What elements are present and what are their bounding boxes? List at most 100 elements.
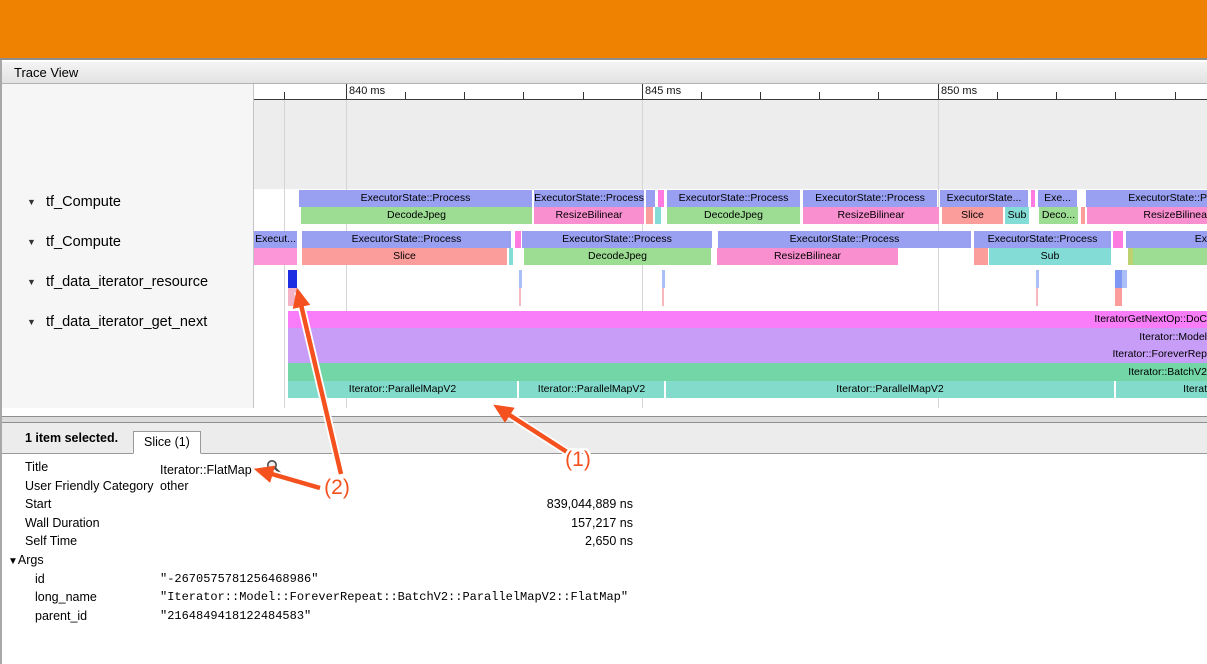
ruler-tick-minor — [819, 92, 820, 99]
ruler-tick-label: 840 ms — [349, 85, 385, 97]
track-label-tf_data_iterator_resource[interactable]: ▼tf_data_iterator_resource — [0, 273, 253, 291]
collapse-arrow-icon[interactable]: ▼ — [27, 233, 36, 251]
trace-slice[interactable]: ResizeBilinear — [717, 248, 898, 265]
collapse-arrow-icon[interactable]: ▼ — [27, 313, 36, 331]
trace-slice[interactable] — [1031, 190, 1035, 207]
magnifier-icon[interactable] — [266, 459, 282, 475]
ruler-tick-minor — [405, 92, 406, 99]
trace-slice[interactable]: ExecutorState::P — [1086, 190, 1207, 207]
trace-slice[interactable]: ExecutorState::Process — [667, 190, 800, 207]
tab-slice[interactable]: Slice (1) — [133, 431, 201, 454]
trace-slice[interactable] — [646, 190, 655, 207]
trace-slice[interactable]: ResizeBilinea — [1087, 207, 1207, 224]
window-left-border — [0, 60, 2, 664]
trace-slice[interactable]: ExecutorState::Process — [302, 231, 511, 248]
arg-value: "Iterator::Model::ForeverRepeat::BatchV2… — [160, 588, 628, 607]
trace-slice[interactable]: Iterat — [1116, 381, 1207, 398]
arg-value: "-2670575781256468986" — [160, 570, 318, 589]
trace-slice[interactable] — [519, 288, 521, 306]
trace-slice[interactable] — [655, 207, 661, 224]
ruler-tick-label: 850 ms — [941, 85, 977, 97]
trace-slice[interactable] — [288, 270, 297, 288]
trace-slice[interactable]: Slice — [302, 248, 507, 265]
trace-slice[interactable]: Iterator::ForeverRep — [288, 346, 1207, 363]
trace-slice[interactable] — [1081, 207, 1085, 224]
trace-slice[interactable] — [1115, 288, 1122, 306]
track-label-tf_Compute[interactable]: ▼ tf_Compute — [0, 193, 253, 211]
track-label-tf_Compute[interactable]: ▼tf_Compute — [0, 233, 253, 251]
trace-slice[interactable]: ExecutorState::Process — [299, 190, 532, 207]
trace-slice[interactable]: ExecutorState::Process — [718, 231, 971, 248]
trace-slice[interactable]: Ex — [1126, 231, 1207, 248]
timeline-canvas[interactable]: 840 ms 845 ms 850 ms ExecutorState::Proces… — [253, 84, 1207, 408]
pane-splitter[interactable] — [0, 408, 1207, 423]
trace-slice[interactable] — [1036, 270, 1039, 288]
ruler-tick-minor — [760, 92, 761, 99]
top-banner — [0, 0, 1207, 60]
detail-row: Start839,044,889 ns — [0, 495, 1207, 514]
trace-slice[interactable]: Sub — [989, 248, 1111, 265]
trace-slice[interactable]: Iterator::ParallelMapV2 — [288, 381, 517, 398]
ruler-tick-minor — [1056, 92, 1057, 99]
timeline-pane: ▼tf_Compute▼tf_Compute▼tf_data_iterator_… — [0, 84, 1207, 408]
trace-view-title-bar: Trace View — [0, 62, 1207, 84]
detail-row: Self Time2,650 ns — [0, 532, 1207, 551]
time-ruler[interactable]: 840 ms 845 ms 850 ms — [254, 84, 1207, 100]
trace-slice[interactable]: DecodeJpeg — [301, 207, 532, 224]
arg-key: long_name — [35, 588, 97, 607]
arg-key: id — [35, 570, 45, 589]
args-collapse-icon[interactable]: ▼ — [8, 556, 18, 567]
splitter-bar[interactable] — [0, 416, 1207, 423]
collapse-arrow-icon[interactable]: ▼ — [27, 273, 36, 291]
field-label: Self Time — [25, 532, 77, 551]
trace-slice[interactable]: ExecutorState::Process — [534, 190, 644, 207]
trace-slice[interactable]: ResizeBilinear — [534, 207, 644, 224]
trace-slice[interactable]: Iterator::ParallelMapV2 — [666, 381, 1114, 398]
track-name-sidebar: ▼tf_Compute▼tf_Compute▼tf_data_iterator_… — [0, 84, 253, 408]
args-header[interactable]: ▼Args — [8, 551, 44, 572]
track-name: tf_Compute — [46, 193, 121, 211]
trace-slice[interactable] — [1122, 270, 1127, 288]
trace-slice[interactable]: ExecutorState::Process — [522, 231, 712, 248]
trace-slice[interactable] — [974, 248, 988, 265]
trace-slice[interactable] — [1115, 270, 1122, 288]
arg-row: parent_id"2164849418122484583" — [0, 607, 1207, 626]
args-label: Args — [18, 553, 44, 567]
trace-viewer-app: Trace View ▼tf_Compute▼tf_Compute▼tf_dat… — [0, 0, 1207, 664]
trace-slice[interactable]: IteratorGetNextOp::DoC — [288, 311, 1207, 328]
slice-details-panel: TitleIterator::FlatMapUser Friendly Cate… — [0, 454, 1207, 664]
trace-slice[interactable]: DecodeJpeg — [667, 207, 800, 224]
trace-slice[interactable]: ResizeBilinear — [803, 207, 939, 224]
trace-slice[interactable]: Exe... — [1038, 190, 1077, 207]
trace-slice[interactable] — [662, 270, 665, 288]
trace-slice[interactable] — [1133, 248, 1207, 265]
field-value: 157,217 ns — [160, 514, 633, 533]
collapse-arrow-icon[interactable]: ▼ — [27, 193, 36, 211]
trace-slice[interactable]: ExecutorState... — [940, 190, 1028, 207]
track-name: tf_data_iterator_get_next — [46, 313, 207, 331]
trace-slice[interactable] — [1036, 288, 1038, 306]
trace-slice[interactable]: Iterator::BatchV2 — [288, 363, 1207, 381]
trace-slice[interactable]: Sub — [1005, 207, 1029, 224]
trace-slice[interactable] — [288, 288, 297, 306]
trace-slice[interactable]: Slice — [942, 207, 1003, 224]
trace-slice[interactable] — [254, 248, 297, 265]
trace-slice[interactable] — [658, 190, 664, 207]
trace-slice[interactable]: Iterator::Model — [288, 328, 1207, 346]
field-label: Title — [25, 458, 48, 477]
field-label: Wall Duration — [25, 514, 100, 533]
trace-slice[interactable] — [646, 207, 653, 224]
trace-slice[interactable]: Deco... — [1039, 207, 1078, 224]
trace-slice[interactable] — [662, 288, 664, 306]
trace-slice[interactable]: ExecutorState::Process — [803, 190, 937, 207]
trace-slice[interactable] — [515, 231, 521, 248]
trace-slice[interactable] — [509, 248, 513, 265]
trace-slice[interactable]: DecodeJpeg — [524, 248, 711, 265]
ruler-tick-label: 845 ms — [645, 85, 681, 97]
trace-slice[interactable]: ExecutorState::Process — [974, 231, 1111, 248]
trace-slice[interactable]: Execut... — [254, 231, 297, 248]
trace-slice[interactable]: Iterator::ParallelMapV2 — [519, 381, 664, 398]
track-label-tf_data_iterator_get_next[interactable]: ▼ tf_data_iterator_get_next — [0, 313, 253, 331]
trace-slice[interactable] — [519, 270, 522, 288]
trace-slice[interactable] — [1113, 231, 1123, 248]
